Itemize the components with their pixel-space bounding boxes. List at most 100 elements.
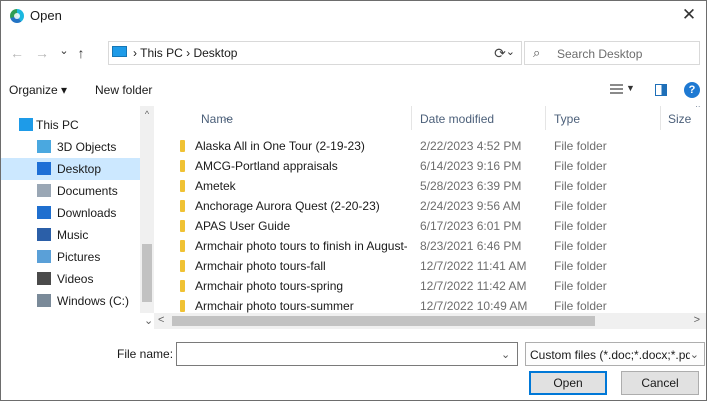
file-date: 12/7/2022 10:49 AM — [420, 299, 528, 313]
pc-icon — [112, 46, 127, 57]
edge-app-icon — [10, 9, 24, 23]
column-header-type[interactable]: Type — [554, 112, 580, 126]
scroll-down-arrow[interactable]: ⌄ — [144, 314, 153, 327]
column-divider[interactable] — [660, 106, 661, 130]
file-row[interactable]: AMCG-Portland appraisals 6/14/2023 9:16 P… — [166, 156, 706, 176]
folder-icon — [180, 180, 185, 192]
file-list: Name ︿ Date modified Type Size ^ Alaska … — [166, 106, 706, 313]
up-arrow-icon[interactable]: ↑ — [71, 43, 91, 63]
view-dropdown-icon[interactable]: ▼ — [626, 83, 635, 93]
file-name-label: File name: — [117, 347, 174, 361]
search-box[interactable]: ⌕ Search Desktop — [524, 41, 700, 65]
sidebar-item-videos[interactable]: Videos — [1, 268, 140, 290]
file-row[interactable]: Armchair photo tours to finish in August… — [166, 236, 706, 256]
breadcrumb[interactable]: › This PC › Desktop — [133, 46, 237, 60]
file-date: 12/7/2022 11:41 AM — [420, 259, 527, 273]
sidebar-item-label: Downloads — [57, 206, 117, 220]
file-name: Alaska All in One Tour (2-19-23) — [195, 139, 365, 153]
file-name: Armchair photo tours-summer — [195, 299, 354, 313]
sidebar-item-desktop[interactable]: Desktop — [1, 158, 140, 180]
sidebar-item-label: This PC — [36, 118, 79, 132]
refresh-icon[interactable]: ⟳ — [487, 41, 513, 65]
list-scroll-up-icon[interactable]: ^ — [696, 106, 700, 112]
sidebar-item-label: 3D Objects — [57, 140, 117, 154]
chevron-down-icon: ⌄ — [689, 349, 699, 361]
videos-icon — [37, 272, 51, 285]
address-bar[interactable]: › This PC › Desktop ⌄ — [108, 41, 522, 65]
preview-pane-icon[interactable] — [655, 84, 667, 96]
folder-icon — [180, 220, 185, 232]
file-type: File folder — [554, 299, 607, 313]
column-divider[interactable] — [545, 106, 546, 130]
desktop-icon — [37, 162, 51, 175]
help-icon[interactable]: ? — [684, 82, 700, 98]
column-header-date[interactable]: Date modified — [420, 112, 494, 126]
file-name-dropdown-icon[interactable]: ⌄ — [501, 348, 510, 361]
file-date: 2/24/2023 9:56 AM — [420, 199, 521, 213]
file-date: 2/22/2023 4:52 PM — [420, 139, 522, 153]
sidebar-item-downloads[interactable]: Downloads — [1, 202, 140, 224]
sidebar-item-label: Windows (C:) — [57, 294, 130, 308]
open-button[interactable]: Open — [529, 371, 607, 395]
file-name: Anchorage Aurora Quest (2-20-23) — [195, 199, 380, 213]
download-icon — [37, 206, 51, 219]
folder-icon — [180, 280, 185, 292]
file-row[interactable]: Alaska All in One Tour (2-19-23) 2/22/202… — [166, 136, 706, 156]
file-name: Ametek — [195, 179, 236, 193]
file-type: File folder — [554, 279, 607, 293]
new-folder-button[interactable]: New folder — [95, 83, 152, 97]
sidebar-item-label: Videos — [57, 272, 94, 286]
close-button[interactable]: ✕ — [678, 4, 700, 26]
search-icon: ⌕ — [533, 45, 541, 60]
sidebar-item-this-pc[interactable]: This PC — [1, 114, 140, 136]
file-name: Armchair photo tours-fall — [195, 259, 326, 273]
organize-button[interactable]: Organize ▾ — [9, 83, 67, 97]
cancel-button[interactable]: Cancel — [621, 371, 699, 395]
scroll-right-arrow[interactable]: > — [694, 314, 700, 326]
forward-arrow-icon[interactable]: → — [32, 43, 52, 63]
sidebar-item-label: Music — [57, 228, 89, 242]
back-arrow-icon[interactable]: ← — [7, 43, 27, 63]
sidebar-item-label: Pictures — [57, 250, 101, 264]
file-name-input[interactable] — [176, 342, 518, 366]
horizontal-scroll-thumb[interactable] — [172, 316, 595, 326]
title-bar: Open ✕ — [1, 1, 706, 31]
navigation-pane: This PC 3D Objects Desktop Documents Downloa… — [1, 106, 154, 313]
file-row[interactable]: Armchair photo tours-spring 12/7/2022 11:… — [166, 276, 706, 296]
file-type: File folder — [554, 219, 607, 233]
folder-icon — [180, 140, 185, 152]
scroll-up-arrow[interactable]: ^ — [140, 106, 154, 122]
sidebar-item-documents[interactable]: Documents — [1, 180, 140, 202]
sidebar-item-pictures[interactable]: Pictures — [1, 246, 140, 268]
folder-icon — [180, 160, 185, 172]
file-name: APAS User Guide — [195, 219, 291, 233]
sidebar-item-3d-objects[interactable]: 3D Objects — [1, 136, 140, 158]
sidebar-scroll-thumb[interactable] — [142, 244, 152, 302]
horizontal-scrollbar[interactable]: < > — [154, 313, 706, 329]
file-row[interactable]: Anchorage Aurora Quest (2-20-23) 2/24/202… — [166, 196, 706, 216]
sidebar-scrollbar[interactable]: ^ — [140, 106, 154, 313]
view-options-icon[interactable] — [610, 84, 623, 95]
file-name: Armchair photo tours-spring — [195, 279, 344, 293]
dialog-title: Open — [30, 8, 62, 23]
music-icon — [37, 228, 51, 241]
file-date: 8/23/2021 6:46 PM — [420, 239, 522, 253]
pictures-icon — [37, 250, 51, 263]
file-row[interactable]: Armchair photo tours-fall 12/7/2022 11:41… — [166, 256, 706, 276]
file-type: File folder — [554, 199, 607, 213]
file-type: File folder — [554, 259, 607, 273]
file-row[interactable]: Ametek 5/28/2023 6:39 PM File folder — [166, 176, 706, 196]
file-row[interactable]: Armchair photo tours-summer 12/7/2022 10:… — [166, 296, 706, 313]
column-divider[interactable] — [411, 106, 412, 130]
scroll-left-arrow[interactable]: < — [158, 314, 164, 326]
sidebar-item-windows-c[interactable]: Windows (C:) — [1, 290, 140, 312]
file-type-filter-value: Custom files (*.doc;*.docx;*.pdf; — [530, 348, 690, 362]
column-headers: Name ︿ Date modified Type Size ^ — [166, 106, 706, 130]
file-type: File folder — [554, 239, 607, 253]
search-placeholder[interactable]: Search Desktop — [557, 47, 642, 61]
file-row[interactable]: APAS User Guide 6/17/2023 6:01 PM File fol… — [166, 216, 706, 236]
file-type: File folder — [554, 139, 607, 153]
file-type-filter[interactable]: Custom files (*.doc;*.docx;*.pdf; ⌄ — [525, 342, 705, 366]
sidebar-item-music[interactable]: Music — [1, 224, 140, 246]
column-header-size[interactable]: Size — [668, 112, 691, 126]
